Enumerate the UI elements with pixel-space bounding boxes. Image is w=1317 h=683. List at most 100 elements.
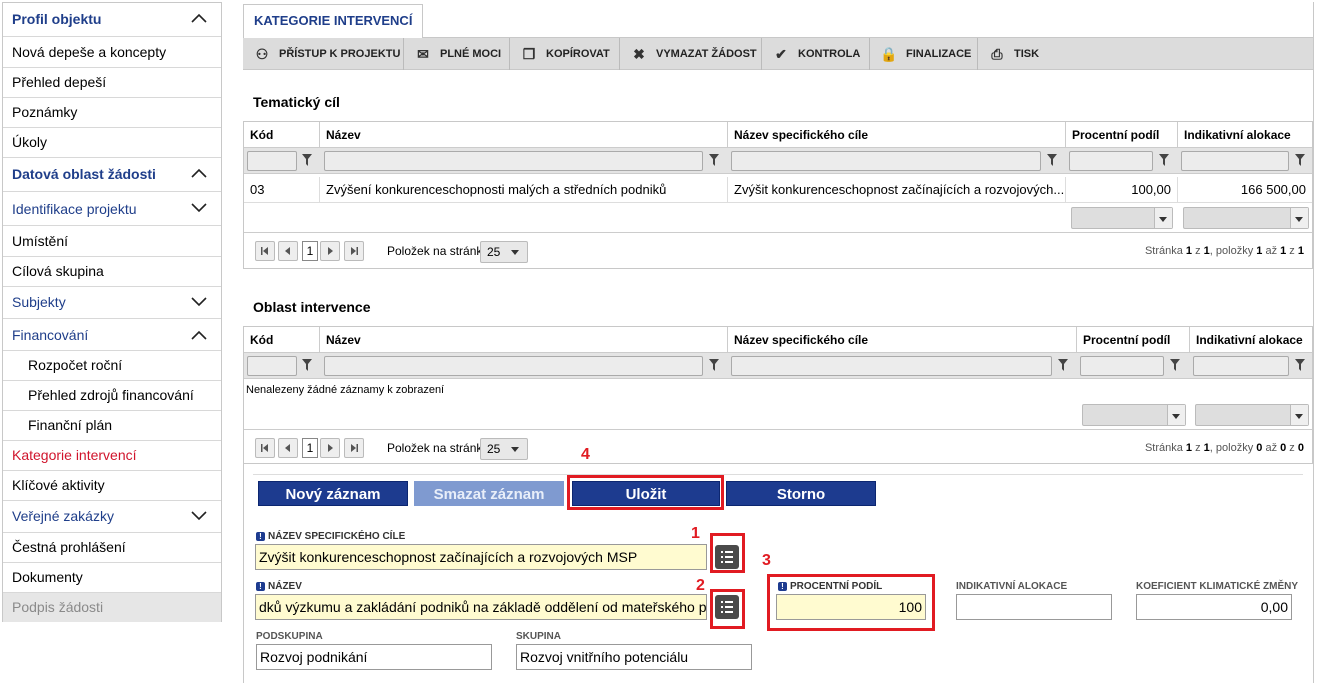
sidebar-item-financovani[interactable]: Financování — [3, 320, 221, 351]
filter-input[interactable] — [324, 151, 703, 171]
filter-input[interactable] — [1080, 356, 1164, 376]
column-header[interactable]: Kód — [244, 122, 320, 148]
column-header[interactable]: Indikativní alokace — [1178, 122, 1312, 148]
sidebar-item-nova-depese[interactable]: Nová depeše a koncepty — [3, 38, 221, 68]
filter-input[interactable] — [731, 356, 1052, 376]
sidebar-item-klicove-aktivity[interactable]: Klíčové aktivity — [3, 471, 221, 501]
prev-page-button[interactable] — [278, 241, 298, 261]
filter-input[interactable] — [1181, 151, 1289, 171]
filter-icon[interactable] — [302, 359, 312, 371]
sidebar-item-prehled-depesi[interactable]: Přehled depeší — [3, 68, 221, 98]
column-header[interactable]: Název specifického cíle — [728, 122, 1066, 148]
column-header[interactable]: Kód — [244, 327, 320, 353]
filter-input[interactable] — [1069, 151, 1153, 171]
sidebar-item-cestna-prohlaseni[interactable]: Čestná prohlášení — [3, 533, 221, 563]
new-record-button[interactable]: Nový záznam — [258, 481, 408, 506]
filter-row — [244, 148, 1312, 174]
aggregate-select[interactable] — [1082, 404, 1186, 426]
next-page-button[interactable] — [320, 241, 340, 261]
filter-input[interactable] — [324, 356, 703, 376]
chevron-up-icon[interactable] — [191, 13, 207, 23]
page-number[interactable]: 1 — [302, 438, 318, 458]
filter-icon[interactable] — [709, 359, 719, 371]
sidebar-item-rozpocet-rocni[interactable]: Rozpočet roční — [3, 351, 221, 381]
copy-button[interactable]: ❐ KOPÍROVAT — [510, 38, 620, 70]
column-header[interactable]: Název — [320, 327, 728, 353]
filter-input[interactable] — [247, 356, 297, 376]
column-header[interactable]: Procentní podíl — [1066, 122, 1178, 148]
last-page-button[interactable] — [344, 241, 364, 261]
empty-message: Nenalezeny žádné záznamy k zobrazení — [246, 384, 445, 396]
sidebar-item-profil-objektu[interactable]: Profil objektu — [3, 3, 221, 37]
last-page-button[interactable] — [344, 438, 364, 458]
close-icon: ✖ — [633, 46, 645, 63]
sidebar-item-label: Nová depeše a koncepty — [12, 44, 167, 60]
cancel-button[interactable]: Storno — [726, 481, 876, 506]
chevron-down-icon[interactable] — [191, 511, 207, 521]
subgroup-field[interactable]: Rozvoj podnikání — [256, 644, 492, 670]
sidebar-item-subjekty[interactable]: Subjekty — [3, 287, 221, 319]
chevron-down-icon[interactable] — [191, 203, 207, 213]
filter-input[interactable] — [247, 151, 297, 171]
climate-field[interactable]: 0,00 — [1136, 594, 1292, 620]
sidebar-item-prehled-zdroju[interactable]: Přehled zdrojů financování — [3, 381, 221, 411]
per-page-select[interactable]: 25 — [480, 438, 528, 460]
sidebar-item-ukoly[interactable]: Úkoly — [3, 128, 221, 158]
first-page-button[interactable] — [255, 438, 275, 458]
filter-icon[interactable] — [302, 154, 312, 166]
access-button[interactable]: ⚇ PŘÍSTUP K PROJEKTU — [243, 38, 404, 70]
first-page-button[interactable] — [255, 241, 275, 261]
sidebar-item-datova-oblast[interactable]: Datová oblast žádosti — [3, 158, 221, 192]
filter-input[interactable] — [1193, 356, 1289, 376]
column-header[interactable]: Indikativní alokace — [1190, 327, 1312, 353]
cell-cil: Zvýšit konkurenceschopnost začínajících … — [728, 177, 1066, 203]
tab-kategorie-intervenci[interactable]: KATEGORIE INTERVENCÍ — [243, 4, 424, 38]
filter-icon[interactable] — [709, 154, 719, 166]
group-field[interactable]: Rozvoj vnitřního potenciálu — [516, 644, 752, 670]
aggregate-select[interactable] — [1071, 207, 1173, 229]
filter-icon[interactable] — [1159, 154, 1169, 166]
filter-icon[interactable] — [1295, 154, 1305, 166]
aggregate-select[interactable] — [1183, 207, 1309, 229]
column-header[interactable]: Název — [320, 122, 728, 148]
sidebar-item-umisteni[interactable]: Umístění — [3, 227, 221, 257]
delete-request-button[interactable]: ✖ VYMAZAT ŽÁDOST — [620, 38, 762, 70]
sidebar-item-poznamky[interactable]: Poznámky — [3, 98, 221, 128]
print-button[interactable]: ⎙ TISK — [978, 38, 1058, 70]
table-row[interactable]: 03 Zvýšení konkurenceschopnosti malých a… — [244, 177, 1312, 203]
annotation-number: 2 — [696, 577, 705, 594]
name-field[interactable]: dků výzkumu a zakládání podniků na zákla… — [255, 594, 707, 620]
aggregate-select[interactable] — [1195, 404, 1309, 426]
filter-icon[interactable] — [1295, 359, 1305, 371]
app-root: Profil objektu Nová depeše a koncepty Př… — [0, 0, 1317, 683]
spec-goal-field[interactable]: Zvýšit konkurenceschopnost začínajících … — [255, 544, 707, 570]
page-number[interactable]: 1 — [302, 241, 318, 261]
sidebar-item-financni-plan[interactable]: Finanční plán — [3, 411, 221, 441]
cell-alokace: 166 500,00 — [1240, 182, 1306, 197]
filter-icon[interactable] — [1058, 359, 1068, 371]
next-page-button[interactable] — [320, 438, 340, 458]
sidebar-item-label: Přehled depeší — [12, 74, 107, 90]
powers-button[interactable]: ✉ PLNÉ MOCI — [404, 38, 510, 70]
chevron-up-icon[interactable] — [191, 168, 207, 178]
check-label: KONTROLA — [798, 48, 861, 60]
filter-icon[interactable] — [1170, 359, 1180, 371]
finalize-button[interactable]: 🔒 FINALIZACE — [870, 38, 978, 70]
print-label: TISK — [1014, 48, 1040, 60]
sidebar-item-dokumenty[interactable]: Dokumenty — [3, 563, 221, 593]
filter-input[interactable] — [731, 151, 1041, 171]
allocation-field[interactable] — [956, 594, 1112, 620]
finalize-label: FINALIZACE — [906, 48, 972, 60]
chevron-down-icon[interactable] — [191, 297, 207, 307]
sidebar-item-identifikace-projektu[interactable]: Identifikace projektu — [3, 193, 221, 226]
column-header[interactable]: Procentní podíl — [1077, 327, 1190, 353]
column-header[interactable]: Název specifického cíle — [728, 327, 1077, 353]
sidebar-item-kategorie-intervenci[interactable]: Kategorie intervencí — [3, 441, 221, 471]
sidebar-item-cilova-skupina[interactable]: Cílová skupina — [3, 257, 221, 287]
chevron-up-icon[interactable] — [191, 330, 207, 340]
filter-icon[interactable] — [1047, 154, 1057, 166]
per-page-select[interactable]: 25 — [480, 241, 528, 263]
sidebar-item-verejne-zakazky[interactable]: Veřejné zakázky — [3, 501, 221, 533]
prev-page-button[interactable] — [278, 438, 298, 458]
check-button[interactable]: ✔ KONTROLA — [762, 38, 870, 70]
